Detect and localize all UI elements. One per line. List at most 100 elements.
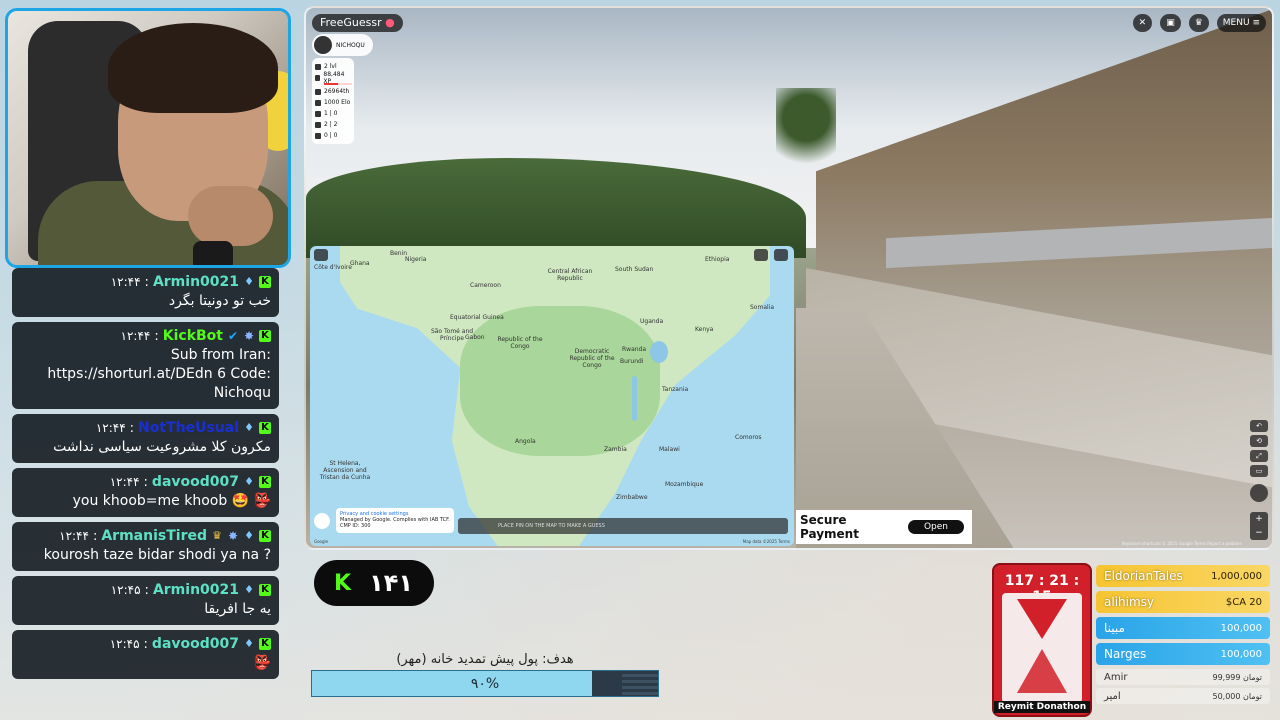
- zoom-control[interactable]: + −: [1250, 512, 1268, 540]
- map-country-label: Equatorial Guinea: [450, 314, 504, 321]
- streetview-footer: Keyboard shortcuts © 2025 Google Terms R…: [1122, 541, 1242, 546]
- duel-icon: [315, 121, 321, 128]
- chat-message-header: ۱۲:۴۴: Armin0021 ♦ K: [20, 272, 271, 292]
- menu-button[interactable]: MENU ≡: [1216, 14, 1266, 32]
- star-badge-icon: ✸: [227, 529, 239, 543]
- chat-username[interactable]: NotTheUsual: [138, 420, 239, 436]
- freeguessr-logo[interactable]: FreeGuessr ●: [312, 14, 403, 32]
- chat-message: ۱۲:۴۴: ArmanisTired ♛ ✸ ♦ Kkourosh taze bidar…: [12, 522, 279, 571]
- chat-username[interactable]: davood007: [152, 474, 239, 490]
- cart-icon: ▣: [1166, 18, 1175, 28]
- shop-button[interactable]: ▣: [1160, 14, 1181, 32]
- chat-message-body: خب تو دونیتا بگرد: [168, 293, 271, 309]
- map-country-label: St Helena, Ascension and Tristan da Cunh…: [319, 460, 371, 481]
- leaderboard-row: EldorianTales 1,000,000: [1096, 565, 1270, 587]
- player-card[interactable]: NICHOQU: [312, 34, 373, 56]
- chat-colon: :: [143, 474, 148, 490]
- chat-message-body: you khoob=me khoob 🤩 👺: [72, 493, 271, 509]
- donor-name: امیر: [1104, 690, 1121, 702]
- map-country-label: Malawi: [659, 446, 680, 453]
- chat-username[interactable]: ArmanisTired: [101, 528, 207, 544]
- donor-name: Narges: [1104, 647, 1147, 661]
- back-icon[interactable]: ↶: [1250, 420, 1268, 432]
- chat-colon: :: [144, 582, 149, 598]
- party-icon: [315, 132, 321, 139]
- verified-badge-icon: ✔: [227, 329, 239, 343]
- google-attribution: Google: [314, 539, 329, 544]
- xp-icon: [315, 74, 321, 81]
- stat-row: 1000 Elo: [315, 97, 351, 108]
- leaderboard-row: Amir 99,999 تومان: [1096, 669, 1270, 685]
- map-country-label: Ethiopia: [705, 256, 730, 263]
- fullscreen-icon[interactable]: ⤢: [1250, 450, 1268, 462]
- microphone: [193, 241, 233, 265]
- undo-icon[interactable]: ⟲: [1250, 435, 1268, 447]
- chat-message-header: ۱۲:۴۴: NotTheUsual ♦ K: [20, 418, 271, 438]
- map-country-label: Democratic Republic of the Congo: [569, 348, 615, 369]
- stat-value: 1000 Elo: [324, 99, 351, 106]
- map-expand-button[interactable]: [314, 249, 328, 261]
- map-footer: Map data ©2025 Terms: [742, 539, 790, 544]
- chat-message-header: ۱۲:۴۴: ArmanisTired ♛ ✸ ♦ K: [20, 526, 271, 546]
- chat-colon: :: [144, 274, 149, 290]
- ad-open-button[interactable]: Open: [907, 520, 964, 534]
- chat-timestamp: ۱۲:۴۴: [110, 275, 141, 289]
- chat-message: ۱۲:۴۵: Armin0021 ♦ K یه جا افریقا: [12, 576, 279, 625]
- chat-timestamp: ۱۲:۴۴: [95, 421, 126, 435]
- map-country-label: Côte d'Ivoire: [314, 264, 352, 271]
- chat-username[interactable]: davood007: [152, 636, 239, 652]
- guess-button[interactable]: PLACE PIN ON THE MAP TO MAKE A GUESS: [458, 518, 788, 534]
- close-button[interactable]: ✕: [1132, 14, 1153, 32]
- goal-progress-bar: ۹۰%: [311, 670, 659, 697]
- cookie-banner[interactable]: Privacy and cookie settings Managed by G…: [336, 508, 454, 533]
- donation-amount: 1,000,000: [1211, 570, 1262, 582]
- map-country-label: Burundi: [620, 358, 644, 365]
- guess-map[interactable]: Nigeria Ghana Côte d'Ivoire Benin Cameroon Ce…: [310, 246, 794, 546]
- timer-title: Reymit Donathon: [994, 701, 1090, 713]
- kick-badge-icon: K: [259, 476, 271, 488]
- ad-banner[interactable]: Secure Payment Open: [796, 510, 972, 544]
- hourglass-icon: [1002, 593, 1082, 703]
- chat-message-body: kourosh taze bidar shodi ya na ?: [43, 547, 271, 563]
- map-pin-button[interactable]: [754, 249, 768, 261]
- donor-name: EldorianTales: [1104, 569, 1183, 583]
- donor-name: alihimsy: [1104, 595, 1155, 609]
- gem-badge-icon: ♦: [244, 421, 254, 434]
- map-country-label: Ghana: [350, 260, 370, 267]
- crown-badge-icon: ♛: [212, 529, 222, 542]
- kick-count: ۱۴۱: [369, 569, 414, 597]
- map-country-label: Kenya: [695, 326, 714, 333]
- hamburger-icon: ≡: [1252, 18, 1260, 28]
- trophy-icon: ♛: [1194, 18, 1203, 28]
- donation-amount: 50,000 تومان: [1212, 691, 1262, 701]
- close-icon: ✕: [1138, 18, 1147, 28]
- chat-message-body: یه جا افریقا: [204, 601, 271, 617]
- privacy-shield-icon[interactable]: [314, 513, 330, 529]
- chat-colon: :: [129, 420, 135, 436]
- map-country-label: Cameroon: [470, 282, 501, 289]
- chat-username[interactable]: KickBot: [163, 328, 223, 344]
- map-country-label: Zambia: [604, 446, 627, 453]
- gem-badge-icon: ♦: [244, 583, 254, 596]
- player-stats: 2 lvl 88,484 XP 26964th 1000 Elo 1 | 0 2 | 2 0…: [312, 58, 354, 144]
- trophy-button[interactable]: ♛: [1188, 14, 1209, 32]
- kick-badge-icon: K: [259, 530, 271, 542]
- leaderboard-row: alihimsy $CA 20: [1096, 591, 1270, 613]
- guess-button-label: PLACE PIN ON THE MAP TO MAKE A GUESS: [498, 523, 605, 529]
- chat-colon: :: [143, 636, 148, 652]
- compass-icon[interactable]: [1250, 484, 1268, 502]
- map-country-label: Somalia: [750, 304, 775, 311]
- map-forest: [460, 306, 660, 456]
- gem-badge-icon: ♦: [244, 637, 254, 650]
- chat-username[interactable]: Armin0021: [153, 274, 239, 290]
- player-name: NICHOQU: [336, 41, 365, 49]
- freeguessr-game-window: FreeGuessr ● NICHOQU 2 lvl 88,484 XP 26964…: [304, 6, 1274, 550]
- chat-username[interactable]: Armin0021: [153, 582, 239, 598]
- map-country-label: Tanzania: [662, 386, 689, 393]
- streamer-hand: [188, 186, 273, 246]
- chat-message-body: مکرون کلا مشروعیت سیاسی نداشت: [53, 439, 271, 455]
- chat-icon[interactable]: ▭: [1250, 465, 1268, 477]
- map-resize-button[interactable]: [774, 249, 788, 261]
- kick-badge-icon: K: [259, 584, 271, 596]
- leaderboard-row: Narges 100,000: [1096, 643, 1270, 665]
